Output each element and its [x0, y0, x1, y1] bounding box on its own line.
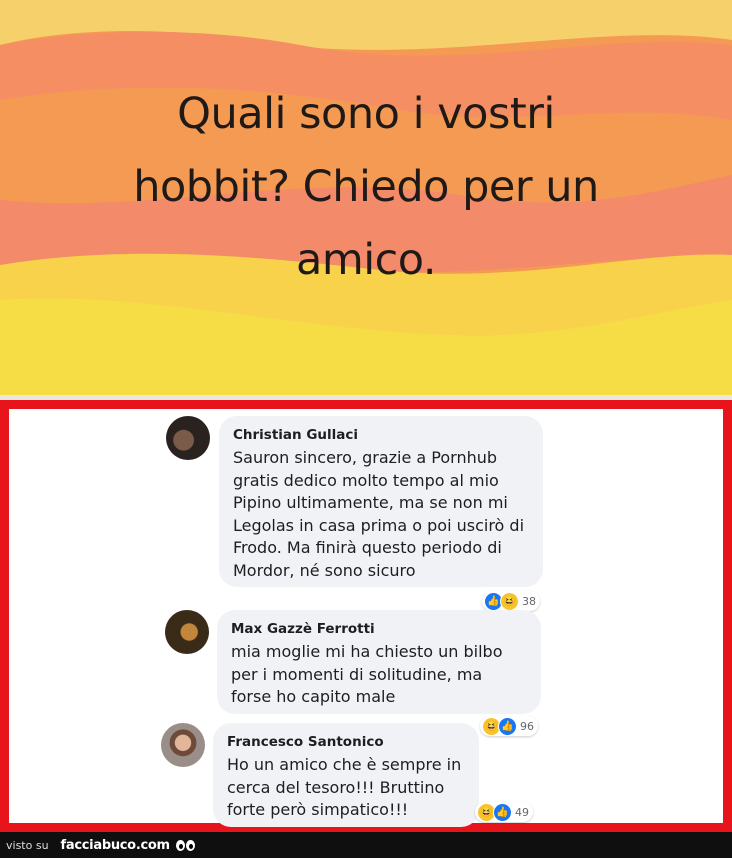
like-icon: 👍	[498, 716, 517, 736]
reaction-summary[interactable]: 😆 👍 96	[480, 716, 538, 736]
post-text: Quali sono i vostri hobbit? Chiedo per u…	[0, 78, 732, 297]
comment-bubble: Max Gazzè Ferrotti mia moglie mi ha chie…	[217, 610, 541, 714]
eye-icon	[185, 839, 195, 851]
comment-author[interactable]: Francesco Santonico	[227, 733, 465, 751]
comment-text: mia moglie mi ha chiesto un bilbo per i …	[231, 642, 503, 707]
comment-author[interactable]: Max Gazzè Ferrotti	[231, 620, 527, 638]
eyes-logo-icon	[175, 839, 196, 851]
comments-frame: Christian Gullaci Sauron sincero, grazie…	[0, 400, 732, 832]
reaction-summary[interactable]: 😆 👍 49	[475, 802, 533, 822]
comment-text: Ho un amico che è sempre in cerca del te…	[227, 755, 462, 820]
reaction-count: 38	[522, 594, 536, 608]
footer-visto: visto su	[6, 838, 49, 852]
avatar[interactable]	[165, 610, 209, 654]
post-line: amico.	[295, 235, 437, 285]
post-image: Quali sono i vostri hobbit? Chiedo per u…	[0, 0, 732, 395]
reaction-summary[interactable]: 👍 😆 38	[482, 591, 540, 611]
watermark-footer: visto su facciabuco.com	[0, 832, 732, 858]
haha-icon: 😆	[500, 591, 519, 611]
avatar[interactable]	[161, 723, 205, 767]
comment-bubble: Christian Gullaci Sauron sincero, grazie…	[219, 416, 543, 587]
footer-site-link[interactable]: facciabuco.com	[61, 838, 171, 853]
reaction-count: 49	[515, 805, 529, 819]
post-line: Quali sono i vostri	[177, 89, 555, 139]
comment-text: Sauron sincero, grazie a Pornhub gratis …	[233, 448, 525, 580]
eye-icon	[175, 839, 185, 851]
avatar[interactable]	[166, 416, 210, 460]
comment-author[interactable]: Christian Gullaci	[233, 426, 529, 444]
reaction-count: 96	[520, 719, 534, 733]
post-line: hobbit? Chiedo per un	[133, 162, 599, 212]
comment-bubble: Francesco Santonico Ho un amico che è se…	[213, 723, 479, 827]
like-icon: 👍	[493, 802, 512, 822]
